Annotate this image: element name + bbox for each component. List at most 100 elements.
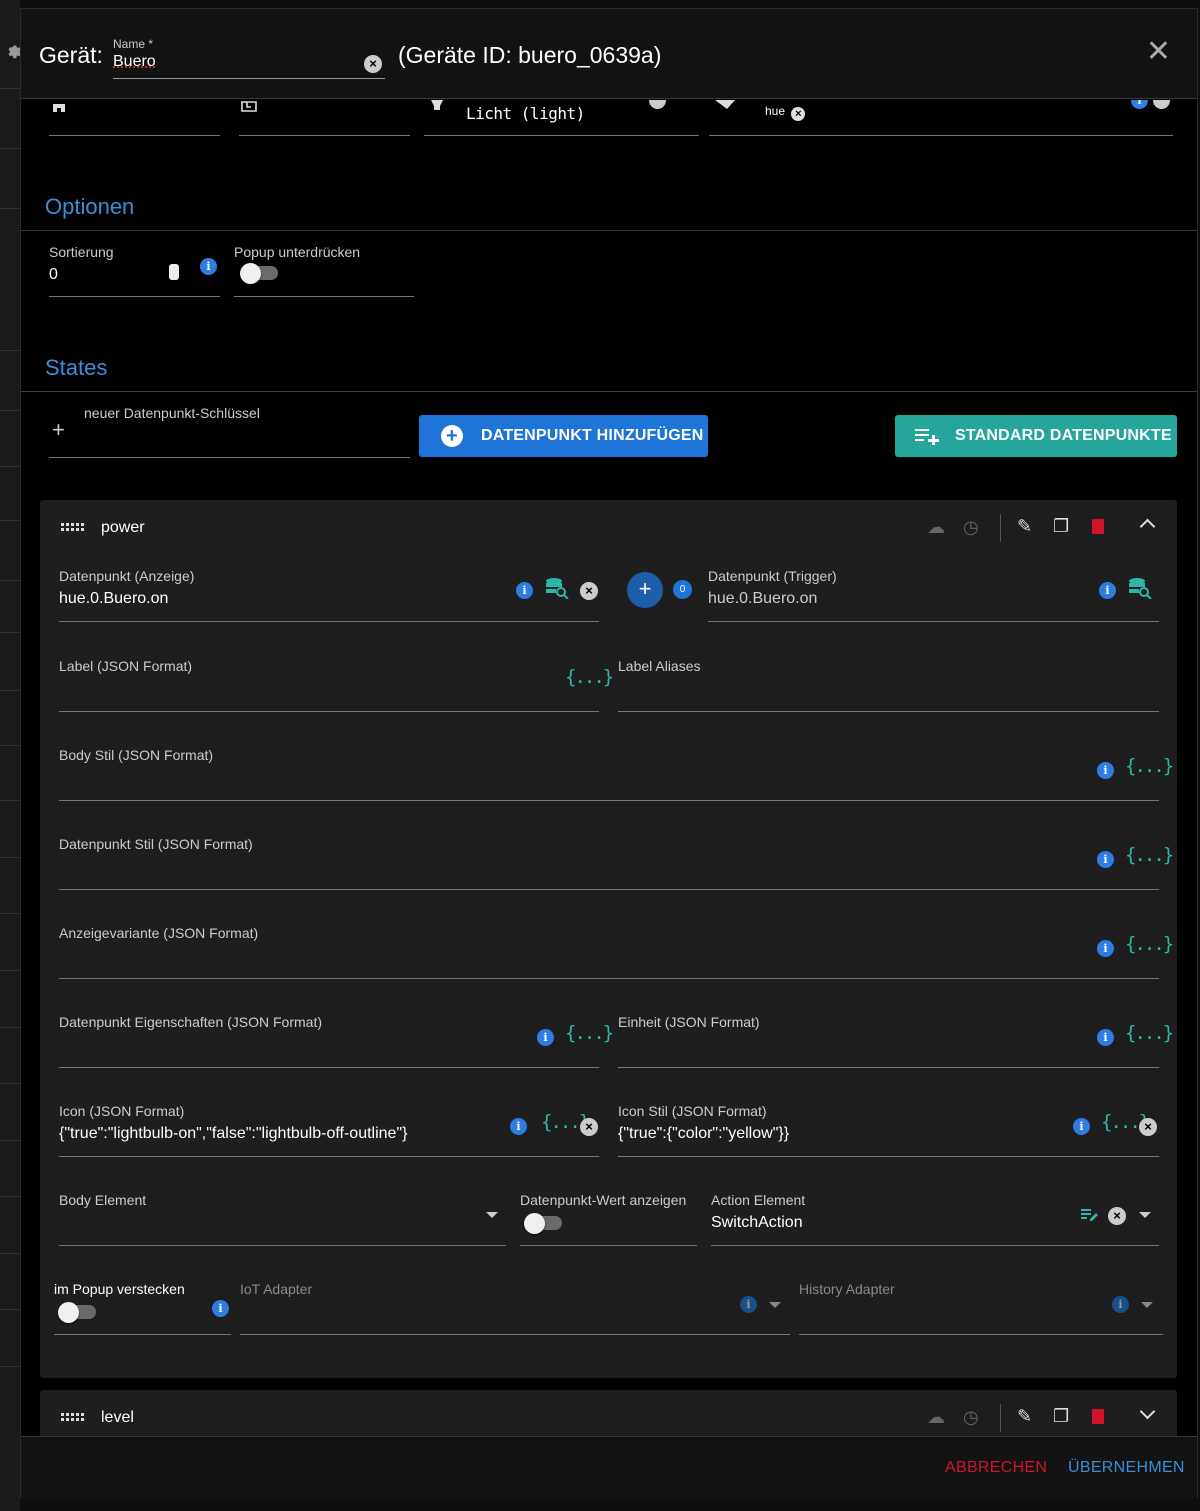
dp-properties-field[interactable]: Datenpunkt Eigenschaften (JSON Format) i… (59, 1012, 614, 1068)
add-datapoint-label: DATENPUNKT HINZUFÜGEN (481, 427, 704, 444)
show-dp-value-toggle[interactable] (524, 1213, 564, 1234)
dropdown-arrow-icon[interactable] (1139, 1212, 1151, 1218)
cloud-off-icon[interactable]: ☁ (927, 1407, 945, 1428)
unit-field[interactable]: Einheit (JSON Format) i {...} (618, 1012, 1174, 1068)
history-adapter-select[interactable]: History Adapter i (799, 1279, 1163, 1335)
dp-trigger-label: Datenpunkt (Trigger) (708, 568, 837, 584)
json-editor-icon[interactable]: {...} (1125, 755, 1174, 777)
add-trigger-button[interactable]: + (627, 572, 663, 608)
drag-handle-icon[interactable] (61, 1413, 85, 1423)
chevron-down-icon[interactable] (1139, 1403, 1156, 1420)
display-variant-field[interactable]: Anzeigevariante (JSON Format) i {...} (59, 923, 1174, 979)
icon-style-field[interactable]: Icon Stil (JSON Format) {"true":{"color"… (618, 1101, 1159, 1157)
name-field[interactable]: Name * Buero × (113, 35, 385, 79)
function-select[interactable]: Licht (light) (424, 100, 699, 136)
category-select[interactable] (239, 100, 410, 136)
clear-icon[interactable]: × (1108, 1207, 1126, 1225)
popup-suppress-toggle[interactable] (240, 263, 280, 284)
add-datapoint-button[interactable]: + DATENPUNKT HINZUFÜGEN (419, 415, 708, 457)
device-edit-dialog: Gerät: Name * Buero × (Geräte ID: buero_… (20, 8, 1198, 1498)
info-icon[interactable]: i (516, 582, 533, 599)
dropdown-arrow-icon[interactable] (1141, 1302, 1153, 1308)
json-editor-icon[interactable]: {...} (565, 1022, 614, 1044)
sort-field[interactable]: Sortierung 0 (49, 240, 220, 297)
info-icon[interactable]: i (1131, 100, 1148, 109)
info-icon[interactable]: i (1073, 1118, 1090, 1135)
sort-value[interactable]: 0 (49, 266, 58, 284)
tags-field[interactable]: hue × i (709, 100, 1173, 136)
clear-icon[interactable]: × (364, 55, 382, 73)
history-off-icon[interactable]: ◷ (963, 517, 979, 538)
database-search-icon[interactable] (1128, 577, 1152, 599)
delete-icon[interactable] (1092, 1409, 1104, 1424)
dropdown-arrow-icon[interactable] (769, 1302, 781, 1308)
json-editor-icon[interactable]: {...} (565, 666, 614, 688)
dropdown-arrow-icon[interactable] (486, 1212, 498, 1218)
history-off-icon[interactable]: ◷ (963, 1407, 979, 1428)
chip-remove-icon[interactable]: × (791, 107, 806, 121)
info-icon[interactable]: i (1097, 940, 1114, 957)
database-search-icon[interactable] (545, 577, 569, 599)
bg-divider (0, 913, 20, 914)
info-icon[interactable]: i (212, 1300, 229, 1317)
info-icon[interactable]: i (1112, 1296, 1129, 1313)
info-icon[interactable]: i (1097, 1029, 1114, 1046)
cancel-button[interactable]: ABBRECHEN (945, 1459, 1047, 1477)
bg-divider (0, 1083, 20, 1084)
dp-display-value[interactable]: hue.0.Buero.on (59, 590, 168, 608)
clear-icon[interactable]: × (580, 1118, 598, 1136)
info-icon[interactable]: i (510, 1118, 527, 1135)
dp-trigger-field[interactable]: Datenpunkt (Trigger) hue.0.Buero.on i (708, 566, 1159, 622)
info-icon[interactable]: i (537, 1029, 554, 1046)
name-field-value[interactable]: Buero (113, 53, 156, 71)
copy-icon[interactable]: ❐ (1053, 516, 1069, 537)
apply-button[interactable]: ÜBERNEHMEN (1068, 1459, 1185, 1477)
icon-style-value[interactable]: {"true":{"color":"yellow"}} (618, 1125, 789, 1143)
clear-icon[interactable] (649, 100, 666, 109)
cloud-off-icon[interactable]: ☁ (927, 517, 945, 538)
close-icon[interactable]: ✕ (1146, 37, 1171, 67)
action-element-value[interactable]: SwitchAction (711, 1214, 803, 1232)
body-element-select[interactable]: Body Element (59, 1190, 506, 1246)
chevron-up-icon[interactable] (1139, 518, 1156, 535)
home-icon (53, 104, 65, 112)
clear-icon[interactable]: × (1139, 1118, 1157, 1136)
show-dp-value-field: Datenpunkt-Wert anzeigen (520, 1190, 697, 1246)
drag-handle-icon[interactable] (61, 523, 85, 533)
json-editor-icon[interactable]: {...} (1125, 844, 1174, 866)
json-editor-icon[interactable]: {...} (1125, 933, 1174, 955)
label-aliases-field[interactable]: Label Aliases (618, 656, 1159, 712)
dp-display-field[interactable]: Datenpunkt (Anzeige) hue.0.Buero.on i × (59, 566, 599, 622)
dp-trigger-value[interactable]: hue.0.Buero.on (708, 590, 817, 608)
bg-divider (0, 857, 20, 858)
copy-icon[interactable]: ❐ (1053, 1406, 1069, 1427)
lightbulb-icon (431, 100, 443, 110)
standard-datapoints-button[interactable]: STANDARD DATENPUNKTE (895, 415, 1177, 457)
icon-json-field[interactable]: Icon (JSON Format) {"true":"lightbulb-on… (59, 1101, 599, 1157)
edit-icon[interactable]: ✎ (1017, 1406, 1032, 1427)
delete-icon[interactable] (1092, 519, 1104, 534)
info-icon[interactable]: i (1099, 582, 1116, 599)
stepper-icon[interactable] (169, 264, 179, 280)
edit-list-icon[interactable] (1081, 1208, 1099, 1222)
room-select[interactable] (49, 100, 220, 136)
json-editor-icon[interactable]: {...} (1125, 1022, 1174, 1044)
edit-icon[interactable]: ✎ (1017, 516, 1032, 537)
body-style-field[interactable]: Body Stil (JSON Format) i {...} (59, 745, 1174, 801)
hide-in-popup-toggle[interactable] (58, 1302, 98, 1323)
clear-icon[interactable] (1153, 100, 1170, 109)
tag-chip-hue[interactable]: hue × (765, 104, 806, 121)
dp-style-field[interactable]: Datenpunkt Stil (JSON Format) i {...} (59, 834, 1174, 890)
action-element-select[interactable]: Action Element SwitchAction × (711, 1190, 1159, 1246)
iot-adapter-select[interactable]: IoT Adapter i (240, 1279, 790, 1335)
info-icon[interactable]: i (1097, 851, 1114, 868)
new-key-field[interactable]: + neuer Datenpunkt-Schlüssel (49, 403, 410, 458)
info-icon[interactable]: i (740, 1296, 757, 1313)
info-icon[interactable]: i (1097, 762, 1114, 779)
info-icon[interactable]: i (200, 258, 217, 275)
clear-icon[interactable]: × (580, 582, 598, 600)
label-json-field[interactable]: Label (JSON Format) {...} (59, 656, 614, 712)
device-label: Gerät: (39, 42, 103, 68)
state-card-power: power ☁ ◷ ✎ ❐ Datenpunkt (Anzeige) hue.0… (40, 500, 1177, 1378)
icon-json-value[interactable]: {"true":"lightbulb-on","false":"lightbul… (59, 1125, 407, 1143)
